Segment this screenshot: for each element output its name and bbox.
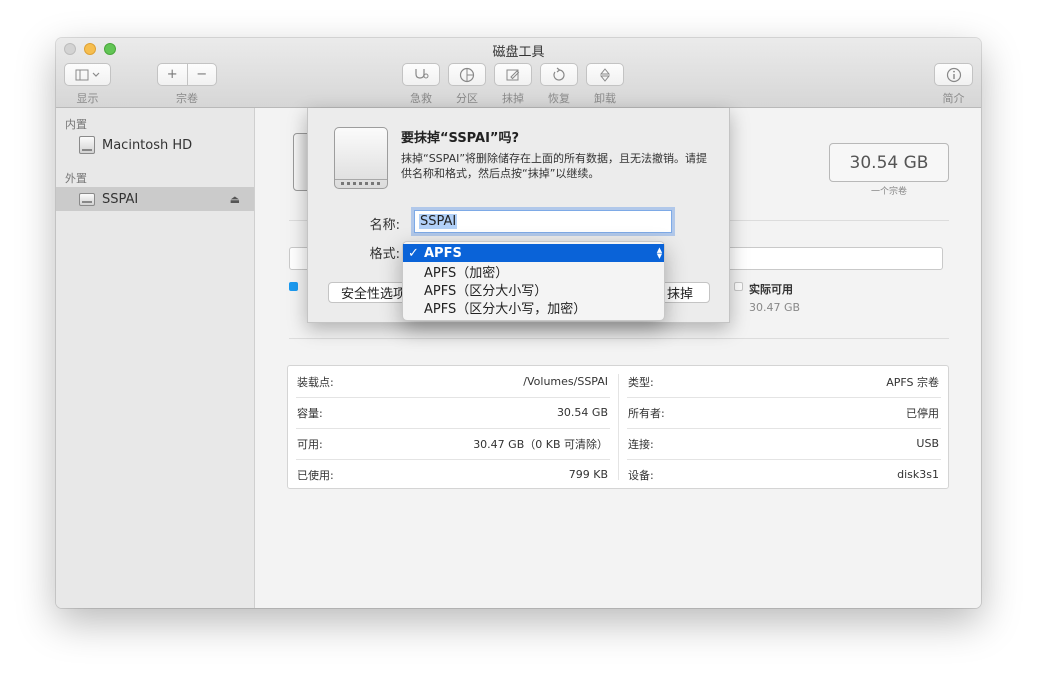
- erase-toolbar-label: 抹掉: [502, 92, 524, 105]
- restore-label: 恢复: [548, 92, 570, 105]
- internal-disk-icon: [79, 136, 95, 154]
- unmount-button[interactable]: [586, 63, 624, 86]
- available-legend-value: 30.47 GB: [749, 301, 801, 314]
- remove-volume-button[interactable]: −: [186, 64, 217, 85]
- volume-segmented: + −: [157, 63, 217, 86]
- first-aid-button[interactable]: [402, 63, 440, 86]
- sidebar-item-label: Macintosh HD: [102, 137, 193, 153]
- available-legend-label: 实际可用: [749, 283, 793, 296]
- format-option-label: APFS: [424, 245, 462, 261]
- volume-label: 宗卷: [176, 92, 198, 105]
- info-value: /Volumes/SSPAI: [523, 375, 608, 388]
- info-key: 所有者:: [628, 406, 665, 420]
- info-row-connection: 连接: USB: [619, 428, 949, 459]
- capacity-box: 30.54 GB: [829, 143, 949, 182]
- external-header: 外置: [65, 172, 87, 185]
- info-row-available: 可用: 30.47 GB（0 KB 可清除）: [288, 428, 618, 459]
- info-value: 799 KB: [568, 468, 608, 481]
- info-table: 装载点: /Volumes/SSPAI 容量: 30.54 GB 可用: 30.…: [287, 365, 949, 489]
- info-row-mount-point: 装载点: /Volumes/SSPAI: [288, 366, 618, 397]
- unmount-icon: [599, 67, 611, 82]
- info-row-used: 已使用: 799 KB: [288, 459, 618, 490]
- erase-pencil-icon: [506, 69, 520, 80]
- info-key: 连接:: [628, 437, 654, 451]
- window-title: 磁盘工具: [492, 45, 545, 60]
- info-row-owners: 所有者: 已停用: [619, 397, 949, 428]
- info-key: 已使用:: [297, 468, 334, 482]
- info-row-capacity: 容量: 30.54 GB: [288, 397, 618, 428]
- add-volume-button[interactable]: +: [158, 64, 187, 85]
- internal-header: 内置: [65, 118, 87, 131]
- view-label: 显示: [76, 92, 99, 105]
- sidebar-item-sspai[interactable]: SSPAI ⏏: [56, 187, 254, 211]
- restore-button[interactable]: [540, 63, 578, 86]
- restore-arrow-icon: [553, 67, 565, 81]
- capacity-subtitle: 一个宗卷: [870, 187, 907, 197]
- name-input[interactable]: SSPAI: [414, 210, 672, 233]
- disk-utility-window: 磁盘工具 显示 + − 宗卷 急救 分区 抹掉 恢复 卸载 简介 内置 Maci…: [56, 38, 981, 608]
- erase-toolbar-button[interactable]: [494, 63, 532, 86]
- info-key: 类型:: [628, 375, 654, 389]
- info-key: 设备:: [628, 468, 654, 482]
- info-row-device: 设备: disk3s1: [619, 459, 949, 490]
- info-value: USB: [916, 437, 939, 450]
- format-popup-menu: ✓ APFS ▲ ▼ APFS（加密） APFS（区分大小写） APFS（区分大小…: [402, 241, 665, 321]
- sidebar-item-label: SSPAI: [102, 191, 139, 207]
- info-key: 装载点:: [297, 375, 334, 389]
- format-option-label: APFS（区分大小写）: [424, 283, 548, 299]
- first-aid-label: 急救: [410, 92, 432, 105]
- info-button[interactable]: [934, 63, 973, 86]
- info-value: 30.54 GB: [556, 406, 608, 419]
- stethoscope-icon: [415, 68, 429, 79]
- external-drive-icon: [334, 127, 388, 189]
- info-label: 简介: [942, 92, 965, 105]
- info-icon: [946, 67, 961, 82]
- divider: [289, 338, 949, 339]
- unmount-label: 卸载: [594, 92, 616, 105]
- eject-icon[interactable]: ⏏: [230, 193, 240, 206]
- erase-sheet: 要抹掉“SSPAI”吗? 抹掉“SSPAI”将删除储存在上面的所有数据，且无法撤…: [307, 108, 730, 323]
- checkmark-icon: ✓: [408, 245, 419, 261]
- info-row-type: 类型: APFS 宗卷: [619, 366, 949, 397]
- external-disk-icon: [79, 192, 95, 206]
- info-key: 容量:: [297, 406, 323, 420]
- available-legend-dot: [734, 282, 743, 291]
- sidebar-item-macintosh-hd[interactable]: Macintosh HD: [56, 133, 254, 157]
- partition-label: 分区: [456, 92, 478, 105]
- sidebar-toggle-icon: [75, 69, 99, 80]
- format-option-label: APFS（区分大小写，加密）: [424, 301, 587, 317]
- info-key: 可用:: [297, 437, 323, 451]
- format-option-apfs[interactable]: ✓ APFS ▲ ▼: [403, 244, 664, 262]
- sheet-title: 要抹掉“SSPAI”吗?: [401, 131, 520, 146]
- format-option-label: APFS（加密）: [424, 265, 509, 281]
- format-label: 格式:: [369, 247, 400, 262]
- view-button[interactable]: [64, 63, 111, 86]
- info-value: 30.47 GB（0 KB 可清除）: [473, 437, 608, 451]
- info-value: disk3s1: [897, 468, 939, 481]
- sidebar: 内置 Macintosh HD 外置 SSPAI ⏏: [56, 108, 255, 608]
- name-input-value: SSPAI: [419, 214, 458, 229]
- popup-arrows-icon: ▲ ▼: [656, 246, 663, 260]
- used-legend-dot: [289, 282, 298, 291]
- partition-button[interactable]: [448, 63, 486, 86]
- format-option-apfs-case-sensitive-encrypted[interactable]: APFS（区分大小写，加密）: [403, 298, 664, 317]
- info-value: 已停用: [906, 406, 939, 420]
- name-label: 名称:: [369, 218, 400, 233]
- info-value: APFS 宗卷: [886, 375, 939, 389]
- sheet-message: 抹掉“SSPAI”将删除储存在上面的所有数据，且无法撤销。请提供名称和格式，然后…: [401, 152, 708, 180]
- format-option-apfs-case-sensitive[interactable]: APFS（区分大小写）: [403, 280, 664, 299]
- titlebar: 磁盘工具 显示 + − 宗卷 急救 分区 抹掉 恢复 卸载 简介: [56, 38, 981, 108]
- format-option-apfs-encrypted[interactable]: APFS（加密）: [403, 262, 664, 281]
- pie-chart-icon: [459, 67, 475, 82]
